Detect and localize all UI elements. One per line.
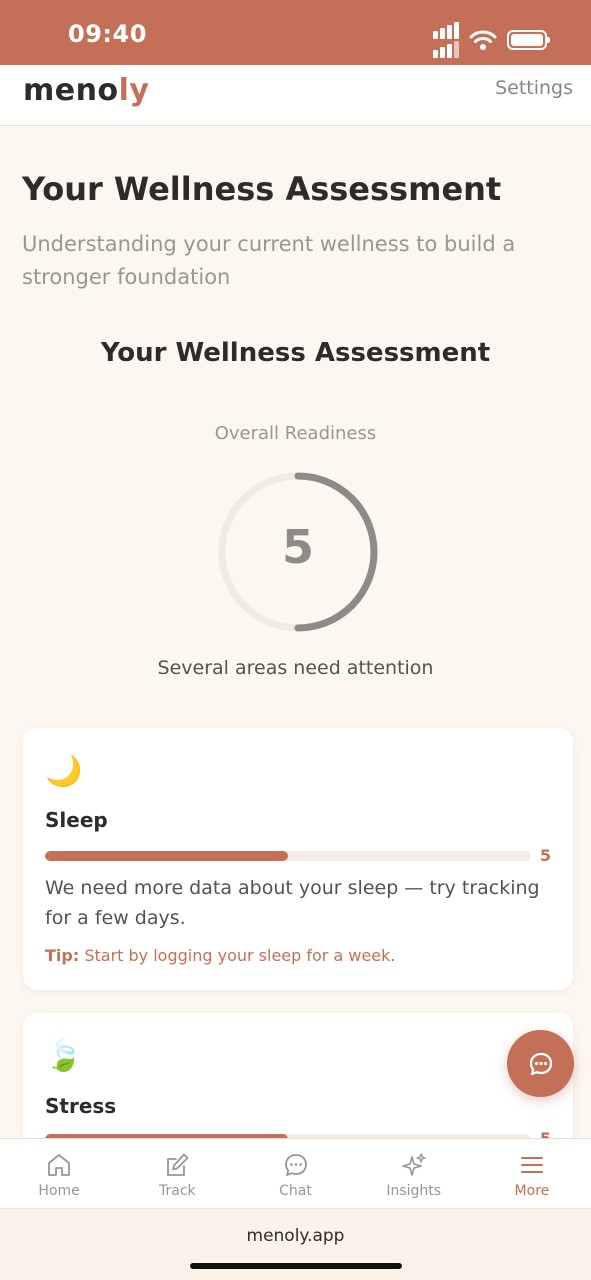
nav-item-chat[interactable]: Chat xyxy=(236,1139,354,1208)
bottom-nav: Home Track Chat Insights More xyxy=(0,1138,591,1208)
sleep-score-fill xyxy=(45,851,288,861)
stress-title: Stress xyxy=(45,1094,117,1118)
logo-text: meno xyxy=(23,73,119,108)
readiness-label: Overall Readiness xyxy=(214,423,377,444)
readiness-score: 5 xyxy=(281,520,314,574)
leaf-icon: 🍃 xyxy=(45,1039,83,1074)
nav-label-insights: Insights xyxy=(386,1183,442,1199)
status-icons xyxy=(433,22,550,58)
page-subtitle: Understanding your current wellness to b… xyxy=(22,232,516,289)
top-nav: menoly Settings xyxy=(0,65,591,126)
settings-link[interactable]: Settings xyxy=(495,77,573,99)
menoly-logo[interactable]: menoly xyxy=(23,73,149,108)
nav-label-more: More xyxy=(514,1183,550,1199)
nav-item-more[interactable]: More xyxy=(473,1139,591,1208)
home-indicator[interactable] xyxy=(190,1263,402,1269)
page-title: Your Wellness Assessment xyxy=(22,170,502,208)
sleep-description: We need more data about your sleep — try… xyxy=(45,877,540,929)
menu-icon xyxy=(520,1157,543,1173)
logo-accent-text: ly xyxy=(118,73,150,108)
sleep-tip: Tip: Start by logging your sleep for a w… xyxy=(45,946,395,965)
assessment-title: Your Wellness Assessment xyxy=(100,338,491,368)
status-time: 09:40 xyxy=(68,20,147,48)
chat-bubble-icon xyxy=(284,1154,307,1176)
nav-item-track[interactable]: Track xyxy=(118,1139,236,1208)
battery-icon xyxy=(507,30,550,50)
readiness-ring: 5 xyxy=(216,470,380,634)
pencil-icon xyxy=(167,1153,189,1176)
chat-fab-button[interactable] xyxy=(507,1030,574,1097)
url-text[interactable]: menoly.app xyxy=(0,1226,591,1246)
nav-label-home: Home xyxy=(38,1183,80,1199)
nav-item-home[interactable]: Home xyxy=(0,1139,118,1208)
status-bar: 09:40 xyxy=(0,0,591,65)
nav-label-track: Track xyxy=(158,1183,196,1199)
browser-url-bar: menoly.app xyxy=(0,1208,591,1280)
wifi-icon xyxy=(469,30,497,50)
chat-bubble-icon xyxy=(529,1052,552,1075)
signal-icon xyxy=(433,22,459,58)
sleep-card[interactable]: 🌙 Sleep 5 We need more data about your s… xyxy=(23,728,573,990)
nav-item-insights[interactable]: Insights xyxy=(355,1139,473,1208)
nav-label-chat: Chat xyxy=(279,1183,312,1199)
sleep-score-value: 5 xyxy=(539,846,551,865)
sparkles-icon xyxy=(401,1153,426,1176)
readiness-caption: Several areas need attention xyxy=(157,657,434,679)
home-icon xyxy=(48,1154,70,1176)
sleep-title: Sleep xyxy=(45,808,108,832)
stress-card[interactable]: 🍃 Stress 5 xyxy=(23,1013,573,1153)
moon-icon: 🌙 xyxy=(45,754,83,789)
tip-label: Tip: xyxy=(45,946,80,965)
sleep-score-bar xyxy=(45,851,531,861)
tip-text: Start by logging your sleep for a week. xyxy=(84,946,396,965)
